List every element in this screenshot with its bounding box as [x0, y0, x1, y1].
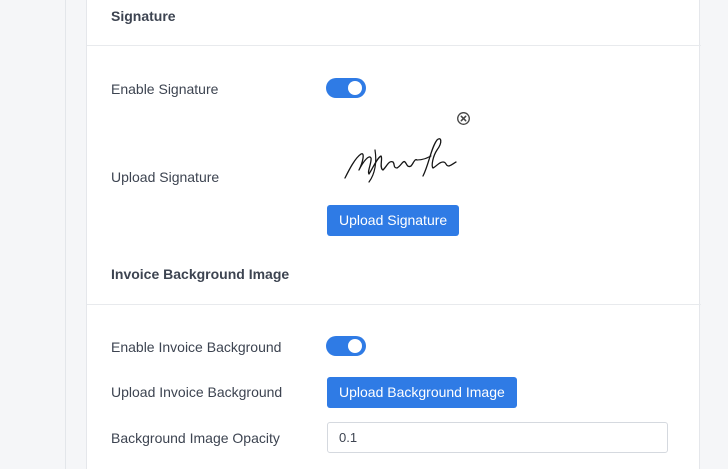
signature-image — [344, 138, 457, 183]
enable-signature-label: Enable Signature — [111, 81, 219, 97]
opacity-label: Background Image Opacity — [111, 430, 280, 446]
close-circle-icon[interactable] — [457, 112, 470, 125]
left-sidebar — [0, 0, 66, 469]
toggle-knob — [348, 339, 362, 353]
toggle-knob — [348, 81, 362, 95]
upload-background-button[interactable]: Upload Background Image — [327, 377, 517, 408]
opacity-input[interactable] — [327, 422, 668, 453]
divider — [87, 304, 701, 305]
settings-card: Signature Enable Signature Upload Signat… — [86, 0, 701, 469]
signature-section-title: Signature — [111, 8, 176, 24]
enable-background-toggle[interactable] — [326, 336, 366, 356]
enable-signature-toggle[interactable] — [326, 78, 366, 98]
upload-background-label: Upload Invoice Background — [111, 384, 283, 400]
enable-background-label: Enable Invoice Background — [111, 339, 282, 355]
divider — [87, 45, 701, 46]
background-section-title: Invoice Background Image — [111, 266, 290, 282]
upload-signature-label: Upload Signature — [111, 169, 220, 185]
upload-signature-button[interactable]: Upload Signature — [327, 205, 460, 236]
